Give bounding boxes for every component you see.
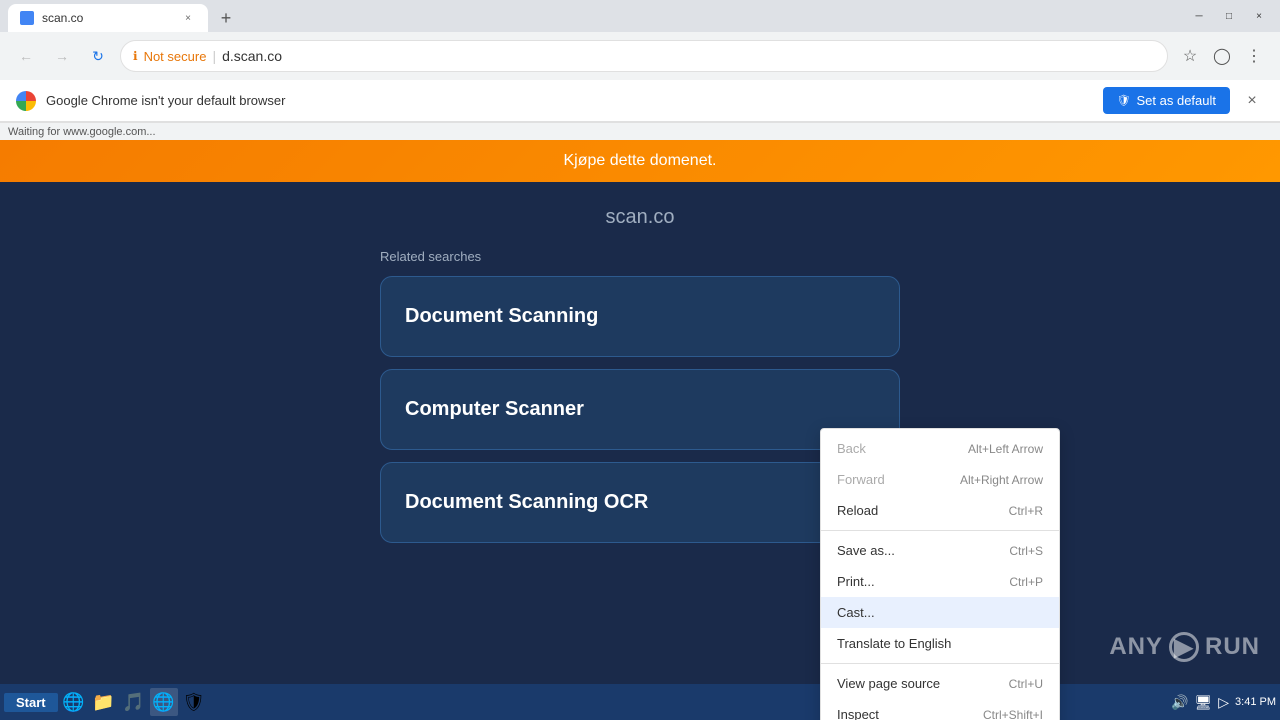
taskbar-folder-icon[interactable]: 📁 [90,688,118,716]
toolbar-icons: ☆ ◯ ⋮ [1176,42,1268,70]
titlebar: scan.co × + ─ □ × [0,0,1280,32]
status-bar: Waiting for www.google.com... [0,122,1280,140]
start-label: Start [16,695,46,710]
shield-icon: 🛡 [1117,94,1131,107]
banner-text: Kjøpe dette domenet. [564,152,717,170]
taskbar: Start 🌐 📁 🎵 🌐 🛡 🔊 🖥 ▷ 3:41 PM [0,684,1280,720]
tab-close-button[interactable]: × [180,10,196,26]
security-label: Not secure [144,49,207,64]
taskbar-clock[interactable]: 3:41 PM [1235,696,1276,708]
anyrun-watermark: ANY ▶ RUN [1109,632,1260,662]
taskbar-volume-icon[interactable]: 🔊 [1171,694,1188,711]
anyrun-play-icon: ▶ [1169,632,1199,662]
context-menu-print[interactable]: Print... Ctrl+P [821,566,1059,597]
context-menu-cast[interactable]: Cast... [821,597,1059,628]
new-tab-button[interactable]: + [212,4,240,32]
context-menu-save[interactable]: Save as... Ctrl+S [821,535,1059,566]
context-separator-2 [821,663,1059,664]
related-searches-label: Related searches [380,249,1280,264]
forward-button[interactable]: → [48,42,76,70]
context-menu-back[interactable]: Back Alt+Left Arrow [821,433,1059,464]
context-translate-label: Translate to English [837,636,951,651]
context-menu-view-source[interactable]: View page source Ctrl+U [821,668,1059,699]
start-button[interactable]: Start [4,693,58,712]
taskbar-right: 🔊 🖥 ▷ 3:41 PM [1171,694,1276,711]
context-print-shortcut: Ctrl+P [1009,575,1043,589]
search-card-0[interactable]: Document Scanning [380,276,900,357]
search-card-title-0: Document Scanning [405,305,875,328]
infobar-message: Google Chrome isn't your default browser [46,93,1093,108]
chrome-logo [16,91,36,111]
status-text: Waiting for www.google.com... [8,126,156,138]
context-print-label: Print... [837,574,875,589]
search-cards-container: Document Scanning Computer Scanner Docum… [0,276,1280,563]
page-body: scan.co Related searches Document Scanni… [0,182,1280,682]
minimize-button[interactable]: ─ [1186,6,1212,26]
context-inspect-shortcut: Ctrl+Shift+I [983,708,1043,720]
context-forward-label: Forward [837,472,885,487]
default-browser-infobar: Google Chrome isn't your default browser… [0,80,1280,122]
security-icon: ℹ [133,49,138,63]
buy-domain-banner[interactable]: Kjøpe dette domenet. [0,140,1280,182]
context-reload-label: Reload [837,503,878,518]
context-menu-inspect[interactable]: Inspect Ctrl+Shift+I [821,699,1059,720]
maximize-button[interactable]: □ [1216,6,1242,26]
profile-icon[interactable]: ◯ [1208,42,1236,70]
taskbar-update-icon[interactable]: ▷ [1218,694,1229,711]
tab-strip: scan.co × + [8,0,240,32]
context-menu-translate[interactable]: Translate to English [821,628,1059,659]
search-card-title-2: Document Scanning OCR [405,491,875,514]
set-default-label: Set as default [1137,93,1217,108]
context-save-shortcut: Ctrl+S [1009,544,1043,558]
taskbar-security-icon[interactable]: 🛡 [180,688,208,716]
set-default-button[interactable]: 🛡 Set as default [1103,87,1230,114]
anyrun-run-text: RUN [1205,633,1260,661]
context-back-label: Back [837,441,866,456]
taskbar-ie-icon[interactable]: 🌐 [60,688,88,716]
active-tab[interactable]: scan.co × [8,4,208,32]
context-menu: Back Alt+Left Arrow Forward Alt+Right Ar… [820,428,1060,720]
taskbar-time-display: 3:41 PM [1235,696,1276,708]
bookmark-icon[interactable]: ☆ [1176,42,1204,70]
context-forward-shortcut: Alt+Right Arrow [960,473,1043,487]
taskbar-network-icon[interactable]: 🖥 [1194,694,1212,711]
page-content: Kjøpe dette domenet. scan.co Related sea… [0,140,1280,720]
address-box[interactable]: ℹ Not secure | d.scan.co [120,40,1168,72]
context-save-label: Save as... [837,543,895,558]
context-menu-reload[interactable]: Reload Ctrl+R [821,495,1059,526]
context-back-shortcut: Alt+Left Arrow [968,442,1043,456]
close-button[interactable]: × [1246,6,1272,26]
infobar-close-button[interactable]: × [1240,89,1264,113]
context-inspect-label: Inspect [837,707,879,720]
context-separator-1 [821,530,1059,531]
address-divider: | [212,48,216,64]
url-display: d.scan.co [222,48,1155,64]
reload-button[interactable]: ↻ [84,42,112,70]
addressbar: ← → ↻ ℹ Not secure | d.scan.co ☆ ◯ ⋮ [0,32,1280,80]
tab-favicon [20,11,34,25]
context-menu-forward[interactable]: Forward Alt+Right Arrow [821,464,1059,495]
menu-icon[interactable]: ⋮ [1240,42,1268,70]
window-controls: ─ □ × [1186,6,1272,26]
tab-title: scan.co [42,11,172,25]
search-card-title-1: Computer Scanner [405,398,875,421]
page-domain: scan.co [0,206,1280,229]
context-view-source-shortcut: Ctrl+U [1009,677,1043,691]
context-cast-label: Cast... [837,605,875,620]
taskbar-media-icon[interactable]: 🎵 [120,688,148,716]
anyrun-text: ANY [1109,633,1163,661]
context-reload-shortcut: Ctrl+R [1009,504,1043,518]
taskbar-chrome-icon[interactable]: 🌐 [150,688,178,716]
browser-window: scan.co × + ─ □ × ← → ↻ ℹ Not secure | d… [0,0,1280,720]
context-view-source-label: View page source [837,676,940,691]
back-button[interactable]: ← [12,42,40,70]
